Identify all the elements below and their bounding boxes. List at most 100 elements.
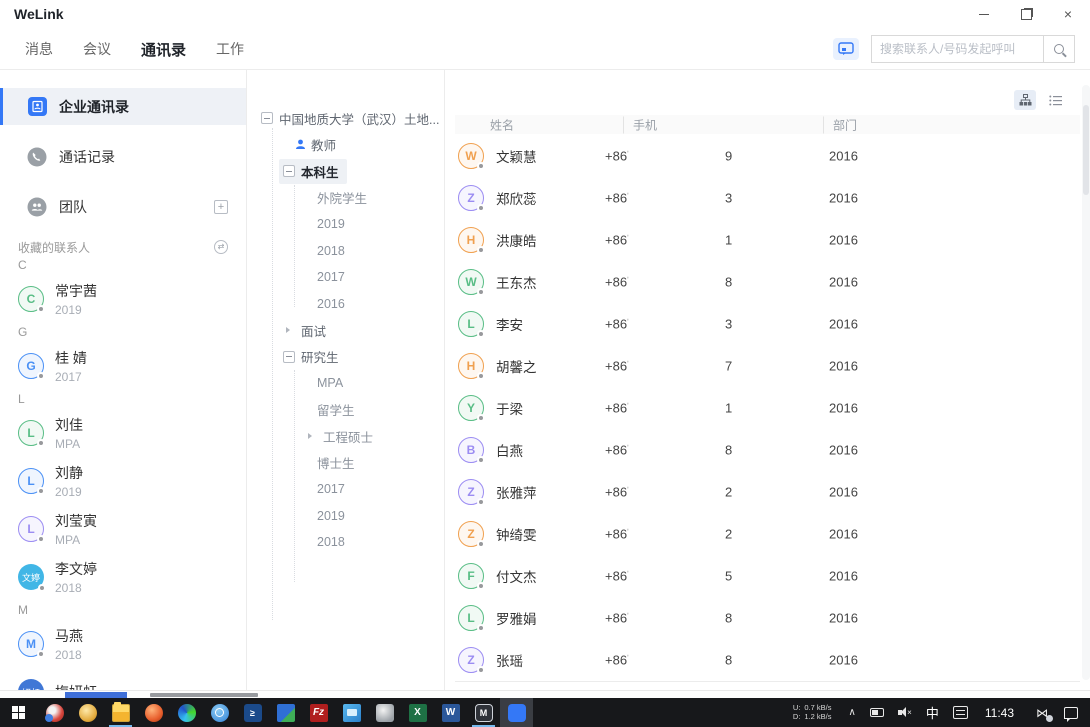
- tree-toggle-icon[interactable]: [283, 324, 295, 336]
- table-row[interactable]: H 胡馨之 +86 7 2016: [445, 345, 1082, 387]
- favorite-contact[interactable]: 文婷 李文婷 2018: [0, 553, 246, 601]
- table-row[interactable]: W 文颖慧 +86 9 2016: [445, 135, 1082, 177]
- tray-app-icon[interactable]: ⋈: [1036, 706, 1048, 720]
- tree-node[interactable]: 2019: [247, 503, 444, 530]
- battery-icon[interactable]: [870, 708, 884, 717]
- taskbar-app-search-app[interactable]: [203, 698, 236, 727]
- search-input[interactable]: [871, 35, 1043, 63]
- start-button[interactable]: [0, 698, 38, 727]
- taskbar-app-powershell[interactable]: ≥: [236, 698, 269, 727]
- minimize-button[interactable]: [970, 3, 998, 25]
- tree-node[interactable]: MPA: [247, 370, 444, 397]
- taskbar-app-app-blue-cube[interactable]: [269, 698, 302, 727]
- taskbar-app-edge-browser[interactable]: [170, 698, 203, 727]
- taskbar-app-app-gold[interactable]: [71, 698, 104, 727]
- close-button[interactable]: ×: [1054, 3, 1082, 25]
- nav-tab[interactable]: 消息: [25, 39, 53, 59]
- table-row[interactable]: Z 张雅萍 +86 2 2016: [445, 471, 1082, 513]
- taskbar-app-welink-app[interactable]: [500, 698, 533, 727]
- tree-node[interactable]: 工程硕士: [247, 423, 444, 450]
- taskbar-clock[interactable]: 11:43: [985, 706, 1014, 720]
- add-team-icon[interactable]: +: [214, 200, 228, 214]
- scrollbar[interactable]: [1082, 85, 1090, 680]
- tree-toggle-icon[interactable]: [305, 377, 311, 389]
- table-row[interactable]: B 白燕 +86 8 2016: [445, 429, 1082, 471]
- speaker-muted-icon[interactable]: ×: [898, 707, 912, 718]
- table-row[interactable]: F 付文杰 +86 5 2016: [445, 555, 1082, 597]
- tree-node[interactable]: 研究生: [247, 344, 444, 371]
- favorite-contact[interactable]: C 常宇茜 2019: [0, 275, 246, 323]
- org-view-icon[interactable]: [1014, 90, 1036, 110]
- nav-tab[interactable]: 工作: [216, 39, 244, 59]
- ime-indicator[interactable]: 中: [926, 703, 939, 722]
- sidebar-item[interactable]: 通话记录: [0, 138, 246, 175]
- tree-toggle-icon[interactable]: [305, 271, 311, 283]
- taskbar-app-excel[interactable]: X: [401, 698, 434, 727]
- table-row[interactable]: H 洪康皓 +86 1 2016: [445, 219, 1082, 261]
- nav-tab[interactable]: 通讯录: [141, 39, 186, 60]
- search-button[interactable]: [1043, 35, 1075, 63]
- sidebar-item[interactable]: 团队 +: [0, 188, 246, 225]
- tree-node[interactable]: 2018: [247, 238, 444, 265]
- favorite-contact[interactable]: L 刘佳 MPA: [0, 409, 246, 457]
- tree-toggle-icon[interactable]: [283, 139, 289, 151]
- taskbar-app-app-gray[interactable]: [368, 698, 401, 727]
- maximize-button[interactable]: [1012, 3, 1040, 25]
- tree-node[interactable]: 2017: [247, 264, 444, 291]
- taskbar-app-photos-app[interactable]: [335, 698, 368, 727]
- tree-node[interactable]: 2017: [247, 476, 444, 503]
- favorite-contact[interactable]: 妍虹 梅妍虹: [0, 668, 246, 690]
- table-row[interactable]: Y 于梁 +86 1 2016: [445, 387, 1082, 429]
- tree-node[interactable]: 面试: [247, 317, 444, 344]
- taskbar-app-filezilla[interactable]: Fz: [302, 698, 335, 727]
- tree-toggle-icon[interactable]: [305, 483, 311, 495]
- tree-toggle-icon[interactable]: [305, 192, 311, 204]
- tree-node[interactable]: 留学生: [247, 397, 444, 424]
- table-row[interactable]: W 王东杰 +86 8 2016: [445, 261, 1082, 303]
- table-row[interactable]: Z 钟绮雯 +86 2 2016: [445, 513, 1082, 555]
- taskbar-app-markdown-app[interactable]: M: [467, 698, 500, 727]
- favorite-contact[interactable]: G 桂 婧 2017: [0, 342, 246, 390]
- tree-toggle-icon[interactable]: [305, 245, 311, 257]
- tree-toggle-icon[interactable]: [305, 536, 311, 548]
- tree-toggle-icon[interactable]: [305, 430, 317, 442]
- nav-tab[interactable]: 会议: [83, 39, 111, 59]
- action-center-icon[interactable]: [1064, 707, 1078, 719]
- taskbar-app-app-orange-browser[interactable]: [137, 698, 170, 727]
- tree-toggle-icon[interactable]: [305, 457, 311, 469]
- table-row[interactable]: L 罗雅娟 +86 8 2016: [445, 597, 1082, 639]
- tree-node[interactable]: 教师: [247, 132, 444, 159]
- list-view-icon[interactable]: [1044, 90, 1066, 110]
- tree-node[interactable]: 2016: [247, 291, 444, 318]
- tree-toggle-icon[interactable]: [283, 165, 295, 177]
- table-row[interactable]: Z 张瑶 +86 8 2016: [445, 639, 1082, 681]
- network-speed-indicator[interactable]: U: D: 0.7 kB/s 1.2 kB/s: [793, 704, 832, 721]
- tree-toggle-icon[interactable]: [305, 510, 311, 522]
- taskbar-app-app-red-browser[interactable]: [38, 698, 71, 727]
- tree-node[interactable]: 2018: [247, 529, 444, 556]
- video-call-icon[interactable]: [833, 38, 859, 60]
- tree-toggle-icon[interactable]: [305, 218, 311, 230]
- table-row[interactable]: L 李安 +86 3 2016: [445, 303, 1082, 345]
- tree-node[interactable]: 本科生: [247, 158, 444, 185]
- tree-toggle-icon[interactable]: [261, 112, 273, 124]
- sidebar-item[interactable]: 企业通讯录: [0, 88, 246, 125]
- user-avatar[interactable]: 江涛: [918, 3, 940, 25]
- table-row[interactable]: Z 郑欣蕊 +86 3 2016: [445, 177, 1082, 219]
- tree-node[interactable]: 中国地质大学（武汉）土地...: [247, 105, 444, 132]
- tree-node[interactable]: 外院学生: [247, 185, 444, 212]
- tree-toggle-icon[interactable]: [305, 298, 311, 310]
- favorite-contact[interactable]: M 马燕 2018: [0, 620, 246, 668]
- tree-toggle-icon[interactable]: [283, 351, 295, 363]
- tree-toggle-icon[interactable]: [305, 404, 311, 416]
- favorite-contact[interactable]: L 刘静 2019: [0, 457, 246, 505]
- tree-node[interactable]: 2019: [247, 211, 444, 238]
- taskbar-app-file-explorer[interactable]: [104, 698, 137, 727]
- tree-node[interactable]: 博士生: [247, 450, 444, 477]
- taskbar-app-word[interactable]: W: [434, 698, 467, 727]
- scrollbar-thumb[interactable]: [1083, 105, 1089, 195]
- touch-keyboard-icon[interactable]: [953, 706, 968, 719]
- favorite-contact[interactable]: L 刘莹寅 MPA: [0, 505, 246, 553]
- refresh-favorites-icon[interactable]: ⇄: [214, 240, 228, 254]
- show-hidden-icons-chevron[interactable]: ∧: [849, 707, 856, 718]
